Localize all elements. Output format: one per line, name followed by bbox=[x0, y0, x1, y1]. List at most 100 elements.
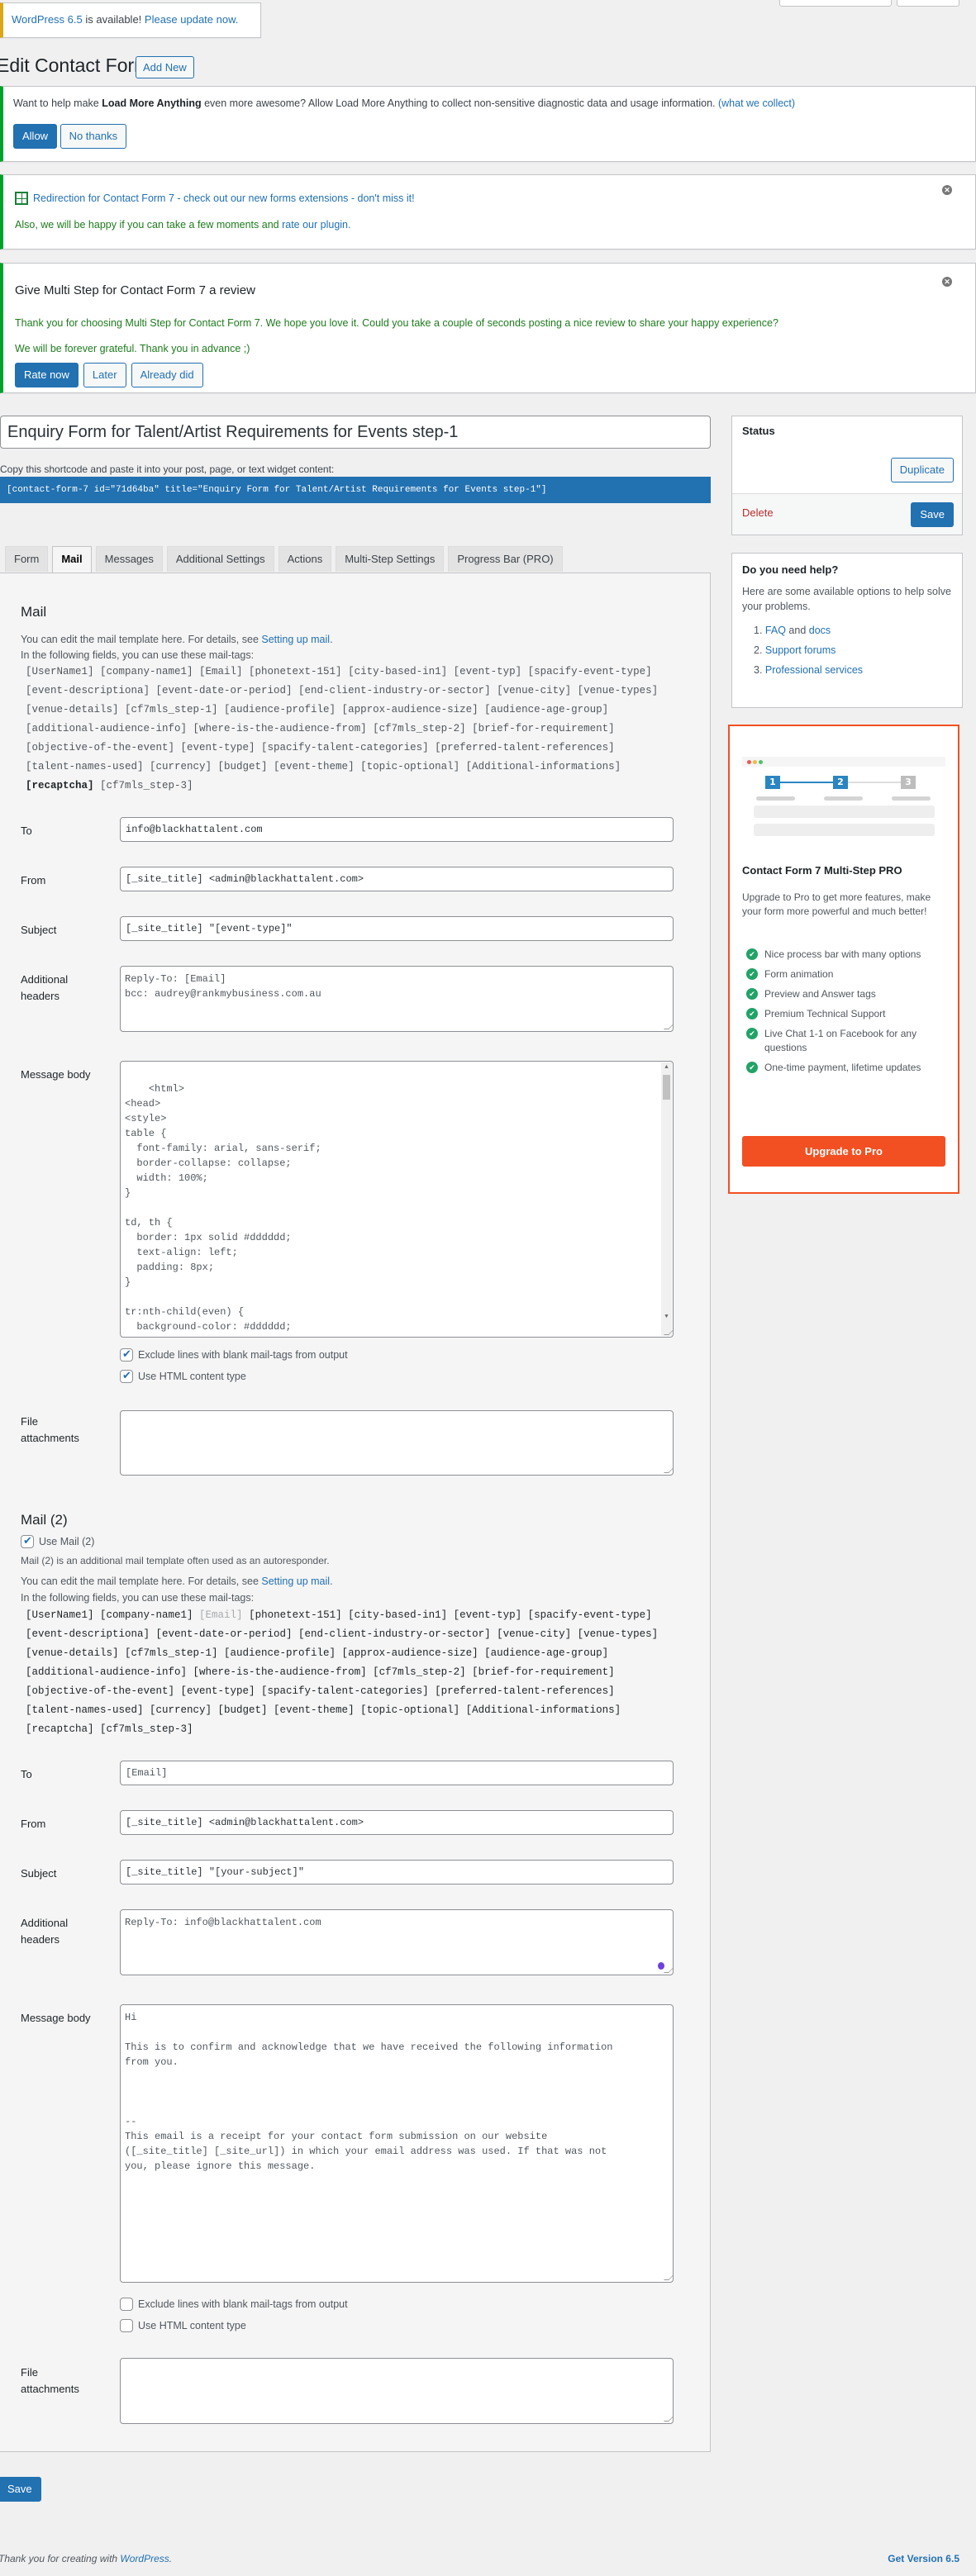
mail-use-html-checkbox[interactable]: Use HTML content type bbox=[120, 1369, 246, 1383]
shortcode-field[interactable]: [contact-form-7 id="71d64ba" title="Enqu… bbox=[0, 477, 711, 503]
check-circle-icon: ✔ bbox=[746, 968, 758, 980]
mail-tags-line: [venue-details] [cf7mls_step-1] [audienc… bbox=[26, 704, 609, 715]
allow-button[interactable]: Allow bbox=[13, 124, 58, 149]
additional-headers-label: Additional headers bbox=[21, 973, 69, 1002]
checkbox-checked-icon[interactable] bbox=[120, 1369, 133, 1383]
resize-handle[interactable] bbox=[664, 1024, 673, 1029]
mail2-description: You can edit the mail template here. For… bbox=[21, 1576, 333, 1587]
tab-form[interactable]: Form bbox=[5, 546, 49, 572]
mail2-use-html-checkbox[interactable]: Use HTML content type bbox=[120, 2319, 246, 2332]
resize-handle[interactable] bbox=[664, 2417, 673, 2422]
checkbox-checked-icon[interactable] bbox=[21, 1534, 34, 1548]
tab-additional-settings[interactable]: Additional Settings bbox=[166, 546, 274, 572]
mail-tags-line: [event-descriptiona] [event-date-or-peri… bbox=[26, 685, 659, 696]
mail2-exclude-blank-checkbox[interactable]: Exclude lines with blank mail-tags from … bbox=[120, 2298, 348, 2311]
save-button[interactable]: Save bbox=[911, 502, 954, 527]
rate-plugin-link[interactable]: rate our plugin. bbox=[282, 219, 350, 231]
wordpress-version-link[interactable]: WordPress 6.5 bbox=[12, 13, 83, 26]
docs-link[interactable]: docs bbox=[809, 625, 831, 636]
mail-from-input[interactable]: [_site_title] <admin@blackhattalent.com> bbox=[120, 867, 674, 891]
scroll-thumb[interactable] bbox=[663, 1075, 670, 1100]
tab-multi-step-settings[interactable]: Multi-Step Settings bbox=[336, 546, 445, 572]
mail-tags-intro: In the following fields, you can use the… bbox=[21, 649, 255, 661]
wordpress-link[interactable]: WordPress bbox=[120, 2553, 169, 2564]
checkbox-unchecked-icon[interactable] bbox=[120, 2319, 133, 2332]
resize-handle[interactable] bbox=[664, 2275, 673, 2280]
mail2-message-body-textarea[interactable]: Hi This is to confirm and acknowledge th… bbox=[120, 2004, 674, 2283]
subject-label: Subject bbox=[21, 924, 57, 936]
mail2-tags-intro: In the following fields, you can use the… bbox=[21, 1592, 255, 1604]
mail2-from-input[interactable]: [_site_title] <admin@blackhattalent.com> bbox=[120, 1810, 674, 1835]
scroll-down-icon[interactable]: ▼ bbox=[661, 1312, 672, 1323]
dismiss-icon[interactable]: ✕ bbox=[942, 277, 952, 287]
professional-services-link[interactable]: Professional services bbox=[765, 664, 863, 676]
rate-now-button[interactable]: Rate now bbox=[15, 363, 79, 387]
checkbox-unchecked-icon[interactable] bbox=[120, 2298, 133, 2311]
yellow-dot-icon bbox=[753, 760, 757, 764]
mail-subject-input[interactable]: [_site_title] "[event-type]" bbox=[120, 916, 674, 941]
pro-title: Contact Form 7 Multi-Step PRO bbox=[742, 864, 902, 877]
upgrade-to-pro-button[interactable]: Upgrade to Pro bbox=[742, 1136, 945, 1167]
help-box: Do you need help? Here are some availabl… bbox=[731, 553, 963, 708]
dismiss-icon[interactable]: ✕ bbox=[942, 185, 952, 195]
check-circle-icon: ✔ bbox=[746, 1028, 758, 1039]
step-1-badge: 1 bbox=[765, 776, 780, 789]
use-mail2-checkbox[interactable]: Use Mail (2) bbox=[21, 1534, 94, 1548]
tab-mail[interactable]: Mail bbox=[52, 546, 92, 573]
checkbox-checked-icon[interactable] bbox=[120, 1347, 133, 1362]
plugin-name: Load More Anything bbox=[102, 97, 202, 109]
update-notice: WordPress 6.5 is available! Please updat… bbox=[0, 2, 261, 38]
help-tab-button[interactable] bbox=[897, 0, 959, 7]
grammar-assistant-icon[interactable] bbox=[658, 1962, 664, 1970]
faq-link[interactable]: FAQ bbox=[765, 625, 786, 636]
no-thanks-button[interactable]: No thanks bbox=[60, 124, 127, 149]
status-title: Status bbox=[742, 425, 775, 437]
bottom-save-button[interactable]: Save bbox=[0, 2477, 41, 2502]
mail-to-input[interactable]: info@blackhattalent.com bbox=[120, 817, 674, 842]
mail-additional-headers-textarea[interactable]: Reply-To: [Email] bcc: audrey@rankmybusi… bbox=[120, 966, 674, 1032]
duplicate-button[interactable]: Duplicate bbox=[890, 458, 954, 482]
mail-file-attachments-textarea[interactable] bbox=[120, 1410, 674, 1476]
tab-actions[interactable]: Actions bbox=[278, 546, 332, 572]
scroll-up-icon[interactable]: ▲ bbox=[661, 1062, 672, 1073]
later-button[interactable]: Later bbox=[83, 363, 126, 387]
resize-handle[interactable] bbox=[664, 1968, 673, 1973]
file-attachments-label: File attachments bbox=[21, 1415, 79, 1444]
editor-tabs: Form Mail Messages Additional Settings A… bbox=[5, 546, 563, 573]
screen-options-button[interactable] bbox=[779, 0, 892, 7]
already-did-button[interactable]: Already did bbox=[131, 363, 203, 387]
setting-up-mail-link[interactable]: Setting up mail bbox=[261, 1576, 330, 1587]
mail-tags-line: [additional-audience-info] [where-is-the… bbox=[26, 723, 615, 734]
tab-progress-bar-pro[interactable]: Progress Bar (PRO) bbox=[448, 546, 563, 572]
browser-mockup bbox=[742, 757, 945, 767]
add-new-button[interactable]: Add New bbox=[136, 56, 194, 78]
pro-feature: ✔ One-time payment, lifetime updates bbox=[746, 1061, 949, 1075]
mail2-to-input[interactable]: [Email] bbox=[120, 1761, 674, 1785]
resize-handle[interactable] bbox=[664, 1468, 673, 1473]
review-notice-text: Thank you for choosing Multi Step for Co… bbox=[15, 317, 778, 329]
get-version-link[interactable]: Get Version 6.5 bbox=[888, 2553, 959, 2564]
mail-exclude-blank-checkbox[interactable]: Exclude lines with blank mail-tags from … bbox=[120, 1347, 348, 1362]
update-now-link[interactable]: Please update now. bbox=[145, 13, 238, 26]
support-forums-link[interactable]: Support forums bbox=[765, 644, 836, 656]
setting-up-mail-link[interactable]: Setting up mail bbox=[261, 634, 330, 645]
mail2-file-attachments-textarea[interactable] bbox=[120, 2358, 674, 2424]
shortcode-hint: Copy this shortcode and paste it into yo… bbox=[0, 463, 335, 475]
redirection-link[interactable]: Redirection for Contact Form 7 - check o… bbox=[33, 192, 415, 204]
help-item: 3. Professional services bbox=[754, 664, 864, 676]
red-dot-icon bbox=[747, 760, 751, 764]
footer-thanks: Thank you for creating with WordPress. bbox=[0, 2553, 173, 2564]
what-we-collect-link[interactable]: (what we collect) bbox=[718, 97, 795, 109]
pro-feature: ✔ Form animation bbox=[746, 967, 949, 981]
check-circle-icon: ✔ bbox=[746, 988, 758, 1000]
mail2-additional-headers-textarea[interactable]: Reply-To: info@blackhattalent.com bbox=[120, 1909, 674, 1975]
mail-message-body-textarea[interactable]: <html> <head> <style> table { font-famil… bbox=[120, 1061, 674, 1338]
check-circle-icon: ✔ bbox=[746, 1062, 758, 1073]
placeholder-bar bbox=[892, 796, 931, 801]
mail2-subject-input[interactable]: [_site_title] "[your-subject]" bbox=[120, 1860, 674, 1884]
delete-link[interactable]: Delete bbox=[742, 506, 774, 519]
message-body-scrollbar[interactable]: ▲ ▼ bbox=[661, 1062, 672, 1336]
from-label: From bbox=[21, 874, 46, 886]
form-title-input[interactable]: Enquiry Form for Talent/Artist Requireme… bbox=[0, 416, 711, 449]
tab-messages[interactable]: Messages bbox=[95, 546, 163, 572]
